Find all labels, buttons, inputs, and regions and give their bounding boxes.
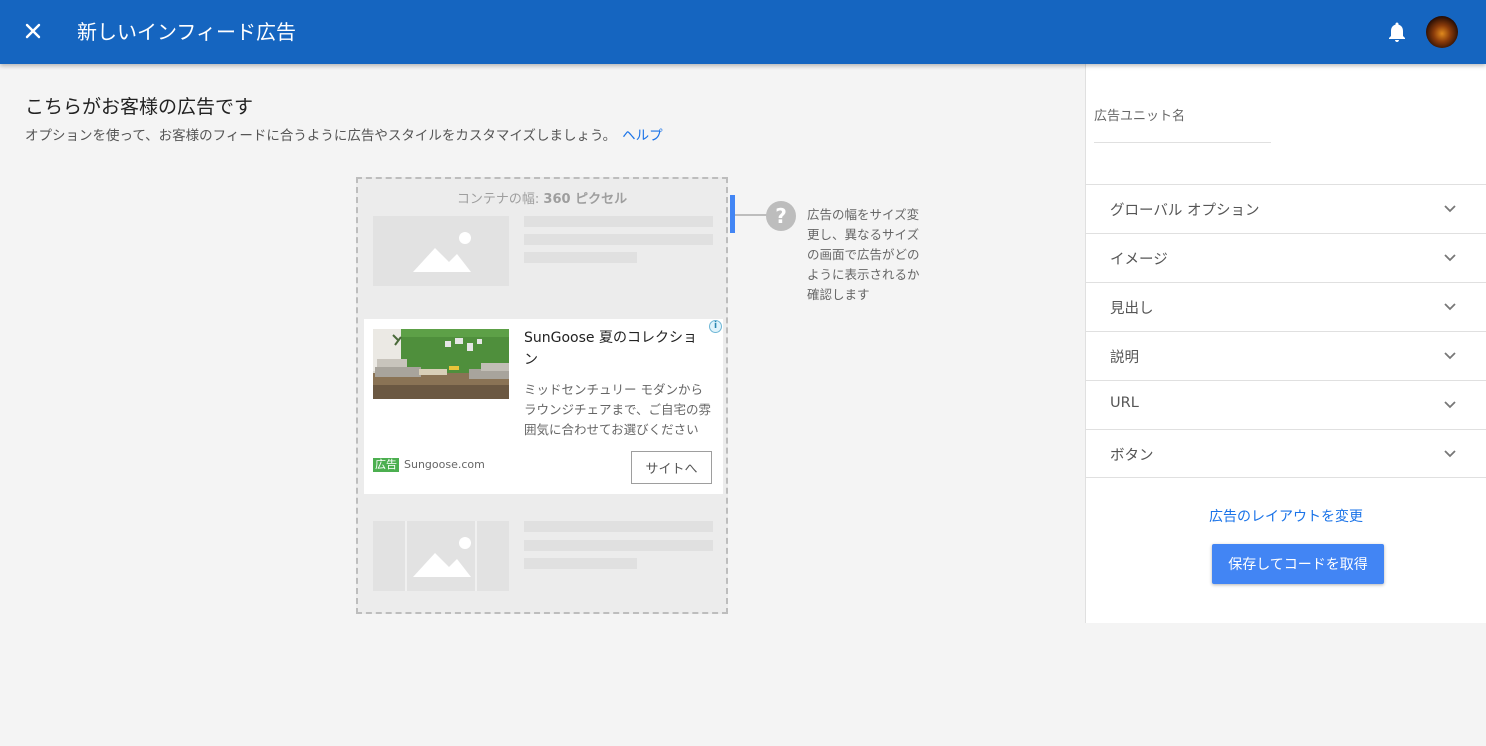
placeholder-line <box>524 540 713 551</box>
ad-image <box>373 329 509 399</box>
chevron-down-icon <box>1444 401 1456 409</box>
section-button[interactable]: ボタン <box>1086 429 1486 478</box>
placeholder-line <box>524 558 637 569</box>
chevron-down-icon <box>1444 254 1456 262</box>
ad-headline: SunGoose 夏のコレクション <box>524 330 697 368</box>
page-title: 新しいインフィード広告 <box>77 20 296 44</box>
section-url[interactable]: URL <box>1086 380 1486 429</box>
placeholder-image <box>373 216 509 286</box>
section-label: グローバル オプション <box>1110 203 1260 219</box>
close-icon <box>25 23 41 39</box>
ad-badge: 広告 <box>373 458 399 472</box>
help-question-icon: ? <box>766 201 796 231</box>
living-room-photo <box>373 329 509 399</box>
ad-unit-name-label: 広告ユニット名 <box>1094 109 1186 124</box>
image-placeholder-icon <box>405 521 477 591</box>
section-label: ボタン <box>1110 448 1154 464</box>
container-width-label: コンテナの幅: 360 ピクセル <box>358 188 726 207</box>
section-description[interactable]: 説明 <box>1086 331 1486 380</box>
ad-cta-button[interactable]: サイトへ <box>631 451 712 484</box>
placeholder-image <box>373 521 509 591</box>
infeed-ad-card[interactable]: SunGoose 夏のコレクション ミッドセンチュリー モダンからラウンジチェア… <box>364 319 723 494</box>
help-link[interactable]: ヘルプ <box>622 128 663 144</box>
section-label: URL <box>1110 395 1139 411</box>
section-image[interactable]: イメージ <box>1086 233 1486 282</box>
tip-connector <box>735 214 767 216</box>
placeholder-line <box>524 521 713 532</box>
section-label: 説明 <box>1110 350 1139 366</box>
section-label: 見出し <box>1110 301 1154 317</box>
width-label-prefix: コンテナの幅: <box>456 192 544 207</box>
chevron-down-icon <box>1444 303 1456 311</box>
ad-unit-name-input[interactable] <box>1094 126 1271 143</box>
save-and-get-code-button[interactable]: 保存してコードを取得 <box>1212 544 1384 584</box>
section-headline[interactable]: 見出し <box>1086 282 1486 331</box>
section-global-options[interactable]: グローバル オプション <box>1086 184 1486 233</box>
app-header: 新しいインフィード広告 <box>0 0 1486 64</box>
notifications-button[interactable] <box>1385 20 1409 44</box>
adchoices-info-icon[interactable]: i <box>709 320 722 333</box>
close-button[interactable] <box>18 16 48 46</box>
divider <box>1086 477 1486 478</box>
main-title: こちらがお客様の広告です <box>25 96 254 118</box>
main-subtitle: オプションを使って、お客様のフィードに合うように広告やスタイルをカスタマイズしま… <box>25 124 663 144</box>
chevron-down-icon <box>1444 352 1456 360</box>
settings-panel: 広告ユニット名 グローバル オプション イメージ 見出し 説明 URL ボタン … <box>1085 64 1486 623</box>
subtitle-text: オプションを使って、お客様のフィードに合うように広告やスタイルをカスタマイズしま… <box>25 128 617 144</box>
placeholder-line <box>524 252 637 263</box>
avatar[interactable] <box>1426 16 1458 48</box>
placeholder-line <box>524 216 713 227</box>
chevron-down-icon <box>1444 450 1456 458</box>
chevron-down-icon <box>1444 205 1456 213</box>
change-layout-link[interactable]: 広告のレイアウトを変更 <box>1086 506 1486 526</box>
notifications-icon <box>1389 22 1405 42</box>
resize-help-text: 広告の幅をサイズ変更し、異なるサイズの画面で広告がどのように表示されるか確認しま… <box>807 207 920 302</box>
placeholder-line <box>524 234 713 245</box>
image-placeholder-icon <box>413 232 471 272</box>
ad-domain: Sungoose.com <box>404 458 485 471</box>
width-value: 360 ピクセル <box>543 192 628 207</box>
ad-description: ミッドセンチュリー モダンからラウンジチェアまで、ご自宅の雰囲気に合わせてお選び… <box>524 382 712 437</box>
section-label: イメージ <box>1110 252 1168 268</box>
